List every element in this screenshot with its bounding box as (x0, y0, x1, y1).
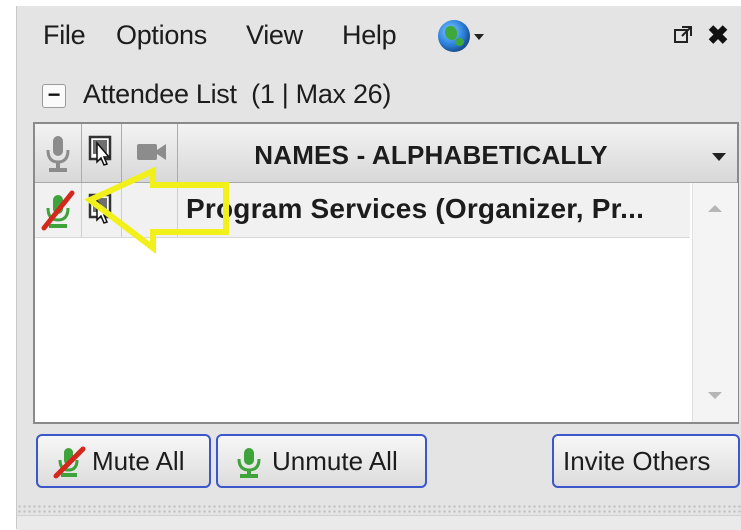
attendee-count: (1 | Max 26) (251, 79, 392, 109)
presenter-icon (88, 193, 112, 224)
popout-icon[interactable] (673, 25, 693, 45)
attendee-name[interactable]: Program Services (Organizer, Pr... (186, 193, 644, 225)
scroll-down-icon[interactable] (708, 392, 722, 399)
row-mic-cell[interactable] (35, 183, 82, 237)
invite-others-label: Invite Others (563, 446, 711, 476)
screen-share-icon (88, 135, 112, 166)
camera-icon (137, 144, 166, 160)
names-column-header[interactable]: NAMES - ALPHABETICALLY (181, 140, 681, 171)
mute-all-label: Mute All (92, 446, 185, 476)
attendee-table: NAMES - ALPHABETICALLY Program Services … (33, 122, 739, 424)
scrollbar[interactable] (692, 183, 738, 422)
menu-bar: File Options View Help ✖ (17, 6, 741, 64)
menu-options[interactable]: Options (116, 20, 207, 51)
menu-file[interactable]: File (43, 20, 86, 51)
invite-others-button[interactable]: Invite Others (552, 434, 740, 488)
unmute-all-button[interactable]: Unmute All (216, 434, 427, 488)
camera-column-header[interactable] (121, 124, 178, 182)
collapse-button[interactable]: − (42, 84, 66, 108)
microphone-muted-icon (53, 446, 86, 479)
attendee-list-title: Attendee List (1 | Max 26) (83, 79, 391, 110)
screen-column-header[interactable] (81, 124, 122, 182)
resize-grip[interactable] (17, 504, 741, 513)
row-screen-cell[interactable] (81, 183, 122, 237)
mic-column-header[interactable] (35, 124, 82, 182)
scroll-up-icon[interactable] (708, 205, 722, 212)
mute-all-button[interactable]: Mute All (36, 434, 211, 488)
menu-view[interactable]: View (246, 20, 303, 51)
attendee-panel: File Options View Help ✖ − Attendee List… (16, 6, 741, 530)
microphone-muted-icon (41, 190, 75, 231)
chevron-down-icon[interactable] (474, 34, 484, 40)
attendee-list-label: Attendee List (83, 79, 237, 109)
menu-help[interactable]: Help (342, 20, 397, 51)
table-header: NAMES - ALPHABETICALLY (35, 124, 737, 183)
sort-dropdown-icon[interactable] (712, 153, 726, 161)
table-row[interactable]: Program Services (Organizer, Pr... (35, 183, 690, 238)
microphone-icon (237, 448, 261, 478)
unmute-all-label: Unmute All (272, 446, 398, 476)
row-camera-cell (121, 183, 178, 237)
microphone-icon (46, 136, 70, 172)
bottom-strip (17, 515, 741, 530)
close-icon[interactable]: ✖ (706, 21, 730, 49)
globe-icon[interactable] (438, 20, 470, 52)
